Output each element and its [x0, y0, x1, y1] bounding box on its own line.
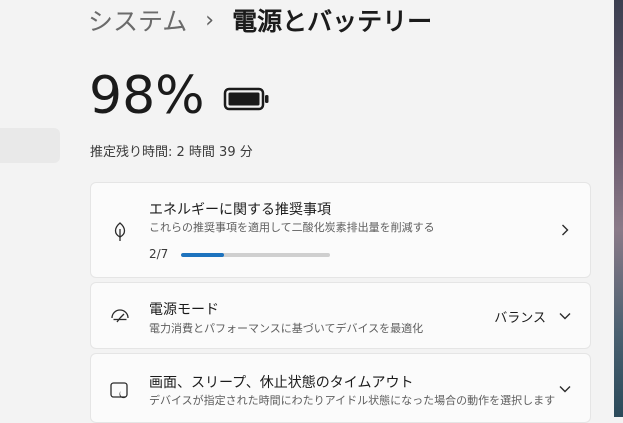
chevron-down-icon[interactable] [558, 382, 572, 396]
energy-recommendations-description: これらの推奨事項を適用して二酸化炭素排出量を削減する [149, 221, 435, 234]
energy-recommendations-title: エネルギーに関する推奨事項 [149, 202, 331, 218]
power-mode-icon [111, 309, 129, 323]
breadcrumb-separator: › [205, 7, 215, 33]
power-mode-description: 電力消費とパフォーマンスに基づいてデバイスを最適化 [149, 322, 424, 335]
power-mode-card[interactable]: 電源モード 電力消費とパフォーマンスに基づいてデバイスを最適化 バランス [90, 282, 591, 349]
recommendations-progress-fill [181, 253, 224, 257]
breadcrumb-parent-system[interactable]: システム [88, 2, 187, 38]
estimated-time-remaining: 推定残り時間: 2 時間 39 分 [90, 145, 253, 160]
screen-sleep-timeouts-description: デバイスが指定された時間にわたりアイドル状態になった場合の動作を選択します [149, 394, 556, 407]
power-mode-dropdown-value[interactable]: バランス [494, 307, 546, 326]
chevron-right-icon [562, 224, 569, 236]
recommendations-progress-bar [181, 253, 330, 257]
energy-recommendations-card[interactable]: エネルギーに関する推奨事項 これらの推奨事項を適用して二酸化炭素排出量を削減する… [90, 182, 591, 278]
power-mode-title: 電源モード [149, 302, 219, 318]
battery-percentage: 98% [89, 66, 205, 126]
leaf-icon [114, 222, 126, 241]
chevron-down-icon[interactable] [558, 309, 572, 323]
screen-sleep-icon [110, 382, 128, 399]
screen-sleep-timeouts-title: 画面、スリープ、休止状態のタイムアウト [149, 375, 414, 391]
screen-sleep-timeouts-card[interactable]: 画面、スリープ、休止状態のタイムアウト デバイスが指定された時間にわたりアイドル… [90, 353, 591, 423]
sidebar-selected-item[interactable] [0, 128, 60, 163]
page-title: 電源とバッテリー [232, 7, 433, 36]
recommendations-progress-count: 2/7 [149, 247, 169, 261]
battery-icon [223, 87, 269, 111]
breadcrumb: システム › 電源とバッテリー [88, 2, 432, 38]
desktop-wallpaper-edge [614, 0, 623, 417]
